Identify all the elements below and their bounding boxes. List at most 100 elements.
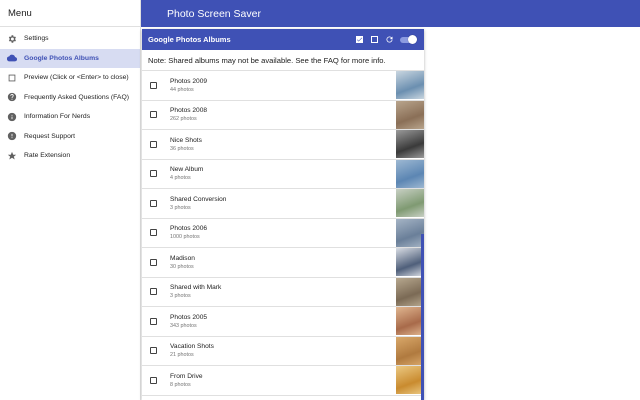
sidebar-item-request-support[interactable]: Request Support (0, 127, 140, 147)
album-name: Shared with Mark (170, 284, 222, 292)
album-count: 262 photos (170, 116, 197, 123)
album-row[interactable]: Vacation Shots 21 photos (142, 336, 424, 366)
list-scrollbar[interactable] (421, 234, 424, 400)
deselect-all-button[interactable] (370, 35, 379, 44)
album-count: 343 photos (170, 322, 197, 329)
album-thumbnail (396, 248, 424, 277)
album-thumbnail (396, 159, 424, 188)
sidebar-list: Settings Google Photos Albums Preview (C… (0, 27, 140, 166)
album-checkbox[interactable] (150, 140, 157, 148)
album-name: Photos 2006 (170, 225, 208, 233)
sidebar-item-label: Preview (Click or <Enter> to close) (24, 74, 129, 82)
album-row[interactable]: Madison 30 photos (142, 248, 424, 278)
help-icon (6, 91, 18, 103)
album-count: 8 photos (170, 381, 191, 388)
album-name: Photos 2009 (170, 77, 208, 85)
album-row[interactable]: Photos 2009 44 photos (142, 71, 424, 101)
album-row[interactable]: Photos 2008 262 photos (142, 100, 424, 130)
album-text: Photos 2005 343 photos (170, 313, 396, 330)
album-checkbox[interactable] (150, 317, 157, 325)
album-text: Shared Conversion 3 photos (170, 195, 396, 212)
album-name: Madison (170, 254, 195, 262)
album-name: Vacation Shots (170, 343, 214, 351)
empty-box-icon (371, 36, 378, 43)
refresh-icon (386, 36, 393, 43)
album-row[interactable]: Nice Shots 36 photos (142, 130, 424, 160)
album-checkbox[interactable] (150, 258, 157, 266)
star-icon (6, 150, 18, 162)
album-text: From Drive 8 photos (170, 372, 396, 389)
album-checkbox[interactable] (150, 81, 157, 89)
sidebar-item-label: Rate Extension (24, 152, 71, 160)
album-checkbox[interactable] (150, 288, 157, 296)
album-checkbox[interactable] (150, 376, 157, 384)
album-thumbnail (396, 307, 424, 336)
album-name: Nice Shots (170, 136, 202, 144)
album-thumbnail (396, 130, 424, 159)
album-text: New Album 4 photos (170, 165, 396, 182)
app-bar: Photo Screen Saver (141, 0, 640, 27)
card-title: Google Photos Albums (148, 35, 231, 44)
album-thumbnail (396, 100, 424, 129)
cloud-icon (6, 52, 18, 64)
sidebar-item-preview[interactable]: Preview (Click or <Enter> to close) (0, 68, 140, 88)
gear-icon (6, 33, 18, 45)
album-checkbox[interactable] (150, 347, 157, 355)
album-thumbnail (396, 277, 424, 306)
album-thumbnail (396, 366, 424, 395)
toggle-knob (408, 34, 417, 44)
album-checkbox[interactable] (150, 111, 157, 119)
album-name: From Drive (170, 372, 203, 380)
album-thumbnail (396, 189, 424, 218)
album-checkbox[interactable] (150, 229, 157, 237)
sidebar-header: Menu (0, 0, 140, 27)
sidebar-item-faq[interactable]: Frequently Asked Questions (FAQ) (0, 88, 140, 108)
info-icon (6, 111, 18, 123)
sidebar: Menu Settings Google Photos Albums Previ… (0, 0, 141, 400)
album-row[interactable]: Photos 2006 1000 photos (142, 218, 424, 248)
album-checkbox[interactable] (150, 170, 157, 178)
refresh-button[interactable] (385, 35, 394, 44)
album-row[interactable]: Photos 2005 343 photos (142, 307, 424, 337)
select-all-button[interactable] (355, 35, 364, 44)
albums-toggle[interactable] (400, 34, 417, 44)
album-count: 3 photos (170, 293, 191, 300)
sidebar-item-information-for-nerds[interactable]: Information For Nerds (0, 107, 140, 127)
album-thumbnail (396, 218, 424, 247)
sidebar-item-label: Request Support (24, 132, 76, 140)
album-text: Nice Shots 36 photos (170, 136, 396, 153)
album-thumbnail (396, 336, 424, 365)
album-count: 4 photos (170, 175, 191, 182)
album-name: Photos 2005 (170, 313, 208, 321)
album-count: 1000 photos (170, 234, 200, 241)
album-name: Shared Conversion (170, 195, 227, 203)
album-name: New Album (170, 166, 204, 174)
album-count: 30 photos (170, 263, 194, 270)
album-row[interactable]: From Drive 8 photos (142, 366, 424, 396)
card-toolbar: Google Photos Albums (142, 29, 424, 50)
album-checkbox[interactable] (150, 199, 157, 207)
album-text: Vacation Shots 21 photos (170, 342, 396, 359)
sidebar-item-label: Frequently Asked Questions (FAQ) (24, 93, 130, 101)
sidebar-item-google-photos-albums[interactable]: Google Photos Albums (0, 48, 140, 68)
album-row[interactable]: Shared Conversion 3 photos (142, 189, 424, 219)
sidebar-item-rate-extension[interactable]: Rate Extension (0, 146, 140, 166)
album-text: Shared with Mark 3 photos (170, 283, 396, 300)
album-thumbnail (396, 71, 424, 100)
app-title: Photo Screen Saver (167, 7, 261, 20)
album-row[interactable]: Shared with Mark 3 photos (142, 277, 424, 307)
album-count: 3 photos (170, 204, 191, 211)
albums-card: Google Photos Albums Note: Shared albums… (142, 29, 424, 400)
album-text: Photos 2006 1000 photos (170, 224, 396, 241)
sidebar-item-label: Settings (24, 35, 49, 43)
album-row[interactable]: New Album 4 photos (142, 159, 424, 189)
checked-box-icon (356, 36, 363, 43)
album-text: Madison 30 photos (170, 254, 396, 271)
album-count: 36 photos (170, 145, 194, 152)
album-list: Photos 2009 44 photos Photos 2008 262 ph… (142, 71, 424, 396)
preview-icon (6, 72, 18, 84)
app-window: Menu Settings Google Photos Albums Previ… (0, 0, 640, 400)
shared-albums-note: Note: Shared albums may not be available… (142, 50, 424, 71)
album-name: Photos 2008 (170, 107, 208, 115)
sidebar-item-settings[interactable]: Settings (0, 29, 140, 49)
